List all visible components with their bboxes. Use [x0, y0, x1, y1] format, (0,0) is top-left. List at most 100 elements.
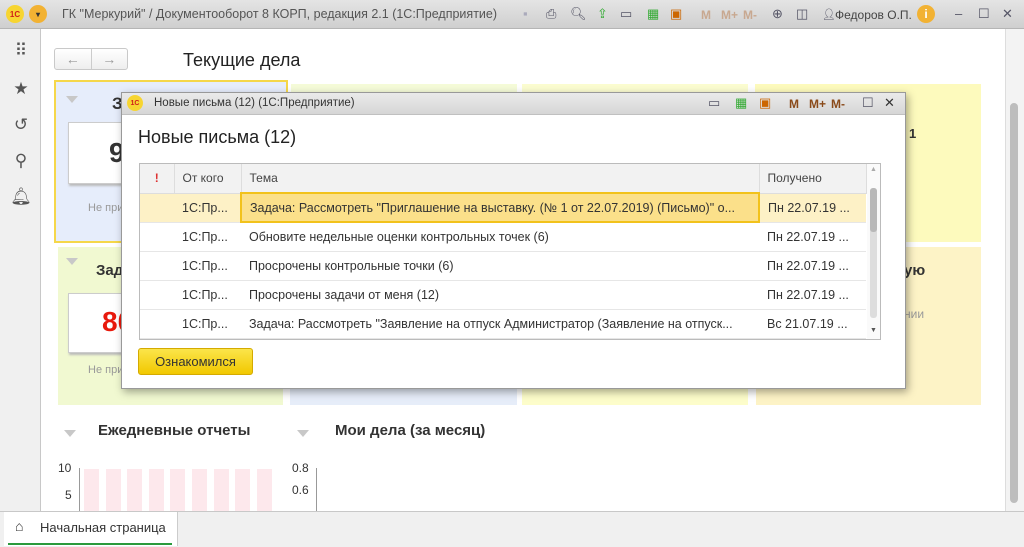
print-icon[interactable]: ⎙ — [546, 6, 556, 22]
user-icon: 👤︎ — [822, 9, 836, 21]
user-name[interactable]: Федоров О.П. — [835, 8, 912, 22]
chart-title-daily-reports: Ежедневные отчеты — [98, 422, 251, 439]
memory-m-button[interactable]: M — [701, 8, 711, 22]
scrollbar-thumb[interactable] — [1010, 103, 1018, 503]
dialog-window-title: Новые письма (12) (1С:Предприятие) — [154, 97, 355, 109]
importance-cell — [140, 193, 174, 223]
preview-icon[interactable]: 🔍︎ — [570, 6, 587, 22]
table-row[interactable]: 1С:Пр... Обновите недельные оценки контр… — [140, 222, 866, 252]
tab-label: Начальная страница — [40, 520, 166, 535]
forward-button[interactable]: → — [92, 49, 128, 69]
tile-title: ую — [904, 262, 926, 279]
chart-bar — [192, 469, 207, 511]
calendar-icon[interactable]: ▣ — [670, 6, 682, 22]
back-button[interactable]: ← — [55, 49, 92, 69]
table-row[interactable]: 1С:Пр... Просрочены контрольные точки (6… — [140, 251, 866, 281]
y-tick-label: 0.6 — [292, 483, 309, 497]
col-from[interactable]: От кого — [174, 164, 242, 194]
zoom-icon[interactable]: ⊕ — [772, 6, 783, 22]
maximize-icon[interactable]: ☐ — [862, 95, 874, 111]
subject-cell: Задача: Рассмотреть "Заявление на отпуск… — [241, 309, 759, 339]
1c-logo: 1С — [6, 5, 24, 23]
panels-icon[interactable]: ◫ — [796, 6, 808, 22]
bottom-tabs-bar: ⌂ Начальная страница — [0, 511, 1024, 547]
maximize-icon[interactable]: ☐ — [978, 6, 990, 22]
received-cell: Вс 21.07.19 ... — [759, 309, 866, 339]
subject-cell: Задача: Рассмотреть "Приглашение на выст… — [240, 192, 760, 223]
tile-title: Зад — [96, 262, 124, 279]
attach-icon[interactable]: ⇪ — [597, 6, 608, 22]
history-icon[interactable]: ↺ — [10, 115, 32, 137]
memory-plus-button[interactable]: M+ — [809, 97, 826, 111]
minimize-icon[interactable]: – — [955, 6, 962, 21]
scroll-down-icon[interactable]: ▼ — [870, 327, 877, 334]
y-tick-label: 0.8 — [292, 461, 309, 475]
apps-grid-icon[interactable]: ⠿ — [10, 41, 32, 63]
table-row[interactable]: 1С:Пр... Задача: Рассмотреть "Приглашени… — [140, 192, 866, 223]
tile-note: Не при — [88, 364, 124, 376]
memory-minus-button[interactable]: M- — [743, 8, 757, 22]
table-scrollbar[interactable]: ▲ ▼ — [867, 164, 880, 339]
star-icon[interactable]: ★ — [10, 79, 32, 101]
chart-bar — [170, 469, 186, 511]
received-cell: Пн 22.07.19 ... — [759, 251, 866, 281]
sidebar: ⠿ ★ ↺ ⚲ 🔔︎ — [0, 29, 41, 511]
calendar-icon[interactable]: ▣ — [759, 95, 771, 111]
chart-bar — [127, 469, 143, 511]
from-cell: 1С:Пр... — [174, 222, 241, 252]
collapse-icon[interactable] — [66, 96, 78, 103]
close-icon[interactable]: ✕ — [1002, 6, 1013, 22]
tile-note: Не при — [88, 202, 124, 214]
1c-logo: 1С — [127, 95, 143, 111]
search-icon[interactable]: ⚲ — [10, 151, 32, 173]
col-importance[interactable]: ! — [140, 164, 175, 194]
tile-note: нии — [904, 307, 925, 321]
from-cell: 1С:Пр... — [174, 193, 241, 223]
col-subject[interactable]: Тема — [241, 164, 760, 194]
dialog-title-bar: 1С Новые письма (12) (1С:Предприятие) ▭ … — [122, 93, 905, 115]
close-icon[interactable]: ✕ — [884, 95, 895, 111]
page-scrollbar[interactable] — [1005, 29, 1024, 511]
new-letters-dialog: 1С Новые письма (12) (1С:Предприятие) ▭ … — [121, 92, 906, 389]
received-cell: Пн 22.07.19 ... — [759, 222, 866, 252]
calculator-icon[interactable]: ▦ — [735, 95, 747, 111]
title-bar: 1С ▾ ГК "Меркурий" / Документооборот 8 К… — [0, 0, 1024, 29]
calculator-icon[interactable]: ▦ — [647, 6, 659, 22]
letters-table: ! От кого Тема Получено 1С:Пр... Задача:… — [139, 163, 881, 340]
importance-cell — [140, 280, 174, 310]
scrollbar-thumb[interactable] — [870, 188, 877, 232]
page-title: Текущие дела — [183, 50, 301, 70]
scanner-icon[interactable]: ▭ — [620, 6, 632, 22]
acknowledge-button[interactable]: Ознакомился — [138, 348, 253, 375]
chart-bar — [84, 469, 99, 511]
active-tab-underline — [8, 543, 172, 545]
y-tick-label: 5 — [65, 488, 72, 502]
main-menu-icon[interactable]: ▾ — [29, 5, 47, 23]
dialog-heading: Новые письма (12) — [138, 127, 297, 147]
importance-cell — [140, 251, 174, 281]
table-row[interactable]: 1С:Пр... Просрочены задачи от меня (12) … — [140, 280, 866, 310]
chart-bar — [256, 469, 272, 511]
info-icon[interactable]: i — [917, 5, 935, 23]
from-cell: 1С:Пр... — [174, 309, 241, 339]
scanner-icon[interactable]: ▭ — [708, 95, 720, 111]
tab-home[interactable]: ⌂ Начальная страница — [4, 512, 178, 546]
window-title: ГК "Меркурий" / Документооборот 8 КОРП, … — [62, 7, 498, 21]
memory-plus-button[interactable]: M+ — [721, 8, 738, 22]
collapse-icon[interactable] — [297, 430, 309, 437]
y-tick-label: 10 — [58, 461, 72, 475]
bell-icon[interactable]: 🔔︎ — [10, 187, 32, 209]
nav-buttons: ← → — [54, 48, 128, 70]
chart-bar — [235, 469, 251, 511]
memory-m-button[interactable]: M — [789, 97, 799, 111]
collapse-icon[interactable] — [66, 258, 78, 265]
scroll-up-icon[interactable]: ▲ — [870, 166, 877, 173]
table-row[interactable]: 1С:Пр... Задача: Рассмотреть "Заявление … — [140, 309, 866, 339]
memory-minus-button[interactable]: M- — [831, 97, 845, 111]
y-axis — [316, 468, 317, 511]
col-received[interactable]: Получено — [759, 164, 867, 194]
received-cell: Пн 22.07.19 ... — [759, 280, 866, 310]
importance-cell — [140, 309, 174, 339]
collapse-icon[interactable] — [64, 430, 76, 437]
save-icon[interactable]: ▪ — [523, 6, 528, 21]
